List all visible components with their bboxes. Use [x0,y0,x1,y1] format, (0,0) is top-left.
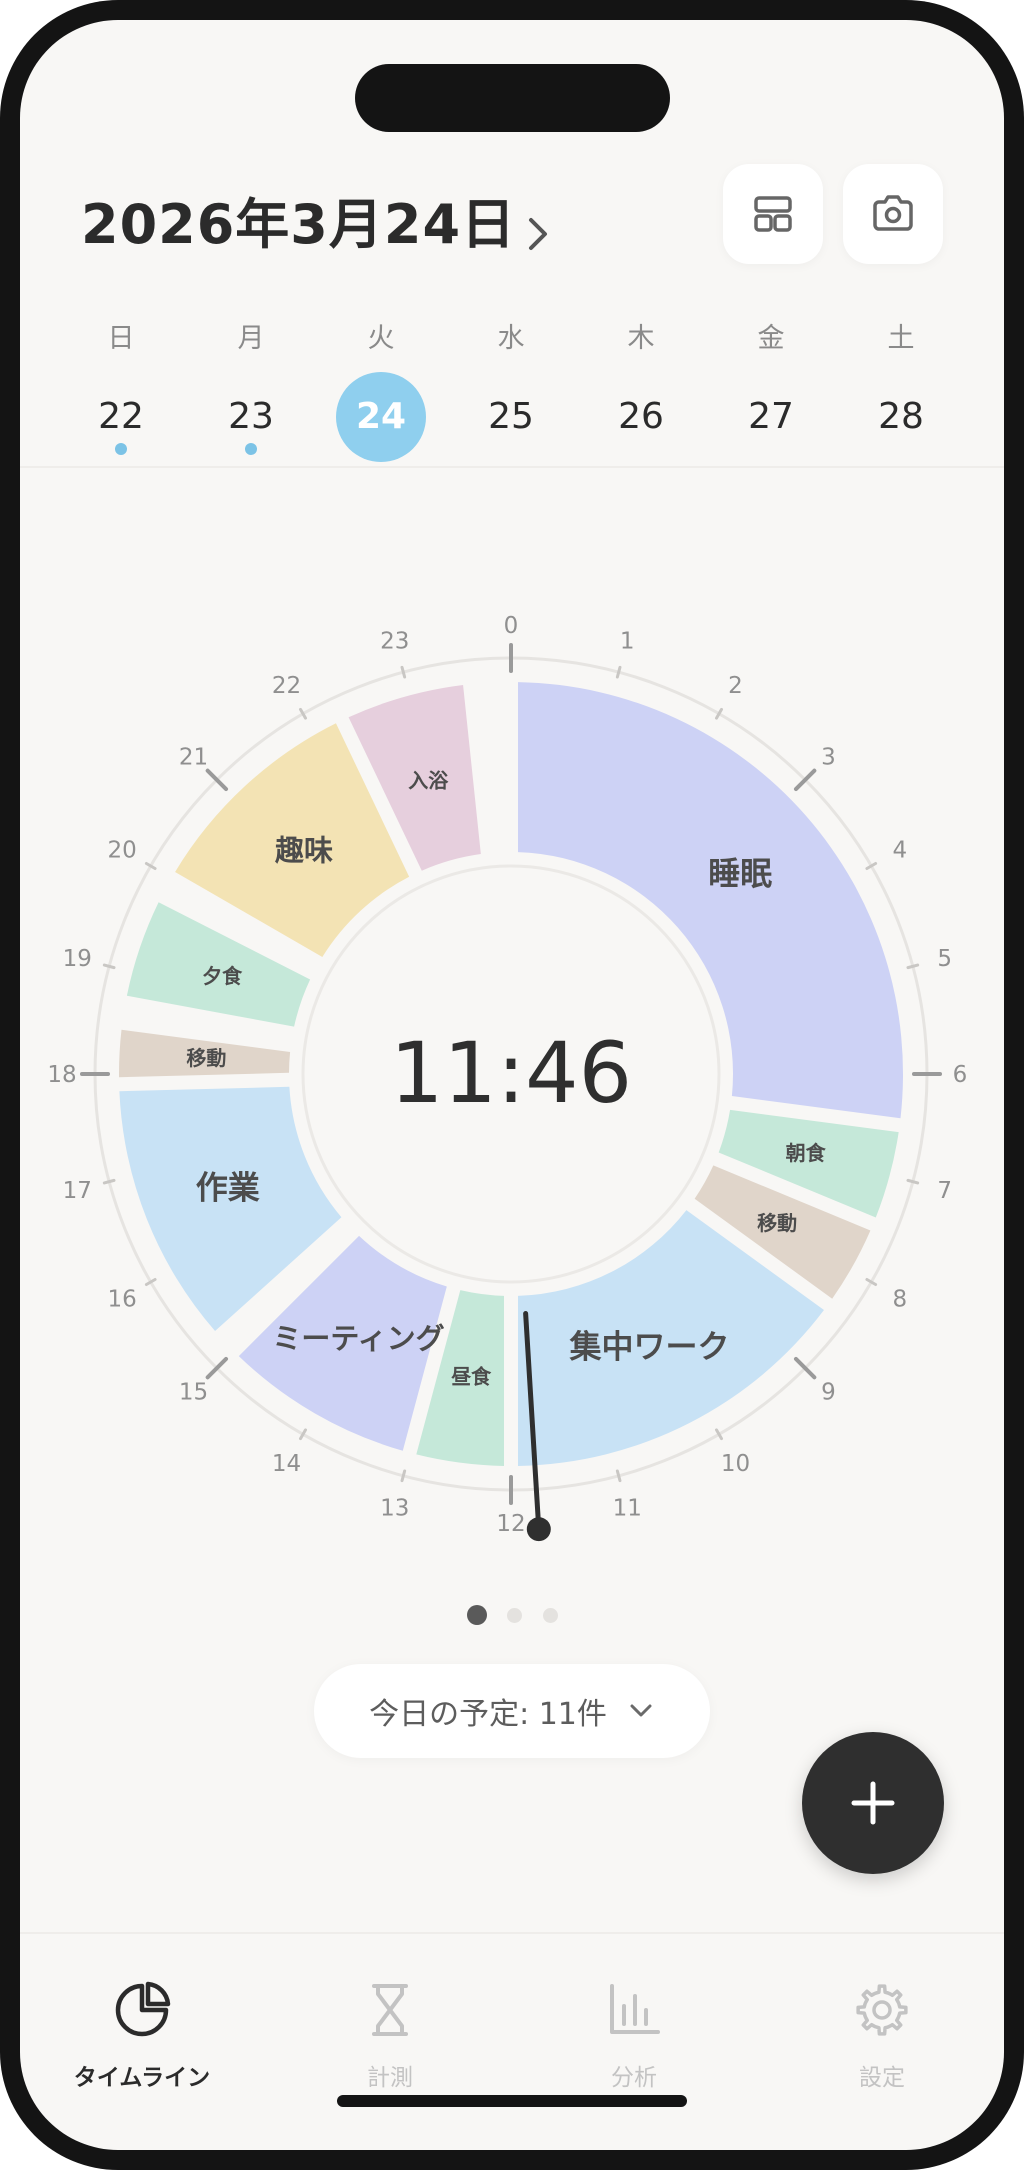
hour-label: 11 [613,1496,642,1522]
hour-label: 5 [937,946,952,972]
hour-label: 1 [620,628,635,654]
hourglass-icon [372,1984,408,2036]
hour-label: 0 [504,613,519,639]
hour-label: 9 [821,1379,836,1405]
hour-tick [906,1178,920,1185]
current-time: 11:46 [390,1024,632,1122]
hour-label: 4 [893,838,908,864]
tab-label: 計測 [367,2065,413,2091]
activity-label: 昼食 [451,1365,492,1389]
app-screen: 2026年3月24日 日 22 月 23 火 24 水 25 木 26 金 27 土 28 0123456… [20,20,1004,2150]
hour-label: 14 [272,1451,301,1477]
divider [20,1932,1004,1934]
hour-label: 17 [63,1178,92,1204]
hour-tick [615,1469,622,1483]
activity-label: 移動 [186,1046,226,1070]
hour-label: 10 [721,1451,750,1477]
timeline-clock[interactable]: 01234567891011121314151617181920212223睡眠… [20,20,1004,1580]
add-entry-button[interactable] [802,1732,944,1874]
hour-label: 6 [953,1062,968,1088]
hour-label: 8 [893,1287,908,1313]
tab-label: タイムライン [73,2065,211,2091]
device-frame: 2026年3月24日 日 22 月 23 火 24 水 25 木 26 金 27 土 28 0123456… [0,0,1024,2170]
activity-label: 作業 [196,1169,260,1207]
activity-label: 集中ワーク [568,1327,729,1365]
hour-label: 21 [179,745,208,771]
activity-label: 趣味 [274,833,333,867]
hour-tick [102,963,116,970]
gear-icon [856,1984,908,2036]
plus-icon [851,1781,895,1825]
pie-chart-icon [115,1981,171,2037]
hour-label: 12 [496,1511,525,1537]
tab-label: 分析 [611,2065,657,2091]
hour-label: 15 [179,1379,208,1405]
activity-label: 睡眠 [708,854,772,892]
today-schedule-toggle[interactable]: 今日の予定: 11件 [314,1664,710,1758]
activity-label: 入浴 [408,769,449,793]
page-dot[interactable] [467,1605,487,1625]
hour-label: 13 [380,1496,409,1522]
hour-tick [400,1469,407,1483]
bar-chart-icon [610,1984,660,2034]
page-dot[interactable] [506,1607,522,1623]
hour-label: 7 [937,1178,952,1204]
hour-label: 22 [272,673,301,699]
hour-label: 3 [821,745,836,771]
tab-settings[interactable]: 設定 [782,1980,982,2092]
hour-tick [615,665,622,679]
activity-label: 朝食 [786,1141,827,1165]
hour-tick [400,665,407,679]
activity-label: 夕食 [202,964,243,988]
hour-tick [906,963,920,970]
page-dot[interactable] [542,1607,558,1623]
tab-analysis[interactable]: 分析 [534,1980,734,2092]
activity-label: ミーティング [272,1322,444,1356]
hour-label: 23 [380,628,409,654]
current-time-knob[interactable] [526,1517,551,1542]
hour-label: 2 [728,673,743,699]
hour-label: 18 [47,1062,76,1088]
hour-tick [102,1178,116,1185]
hour-label: 16 [108,1287,137,1313]
tab-timeline[interactable]: タイムライン [42,1980,242,2092]
today-schedule-label: 今日の予定: 11件 [369,1697,607,1732]
chevron-down-icon [630,1704,652,1717]
tab-label: 設定 [859,2065,905,2091]
hour-label: 19 [63,946,92,972]
tab-measure[interactable]: 計測 [290,1980,490,2092]
activity-label: 移動 [757,1211,797,1235]
home-indicator [337,2095,687,2107]
hour-label: 20 [108,838,137,864]
